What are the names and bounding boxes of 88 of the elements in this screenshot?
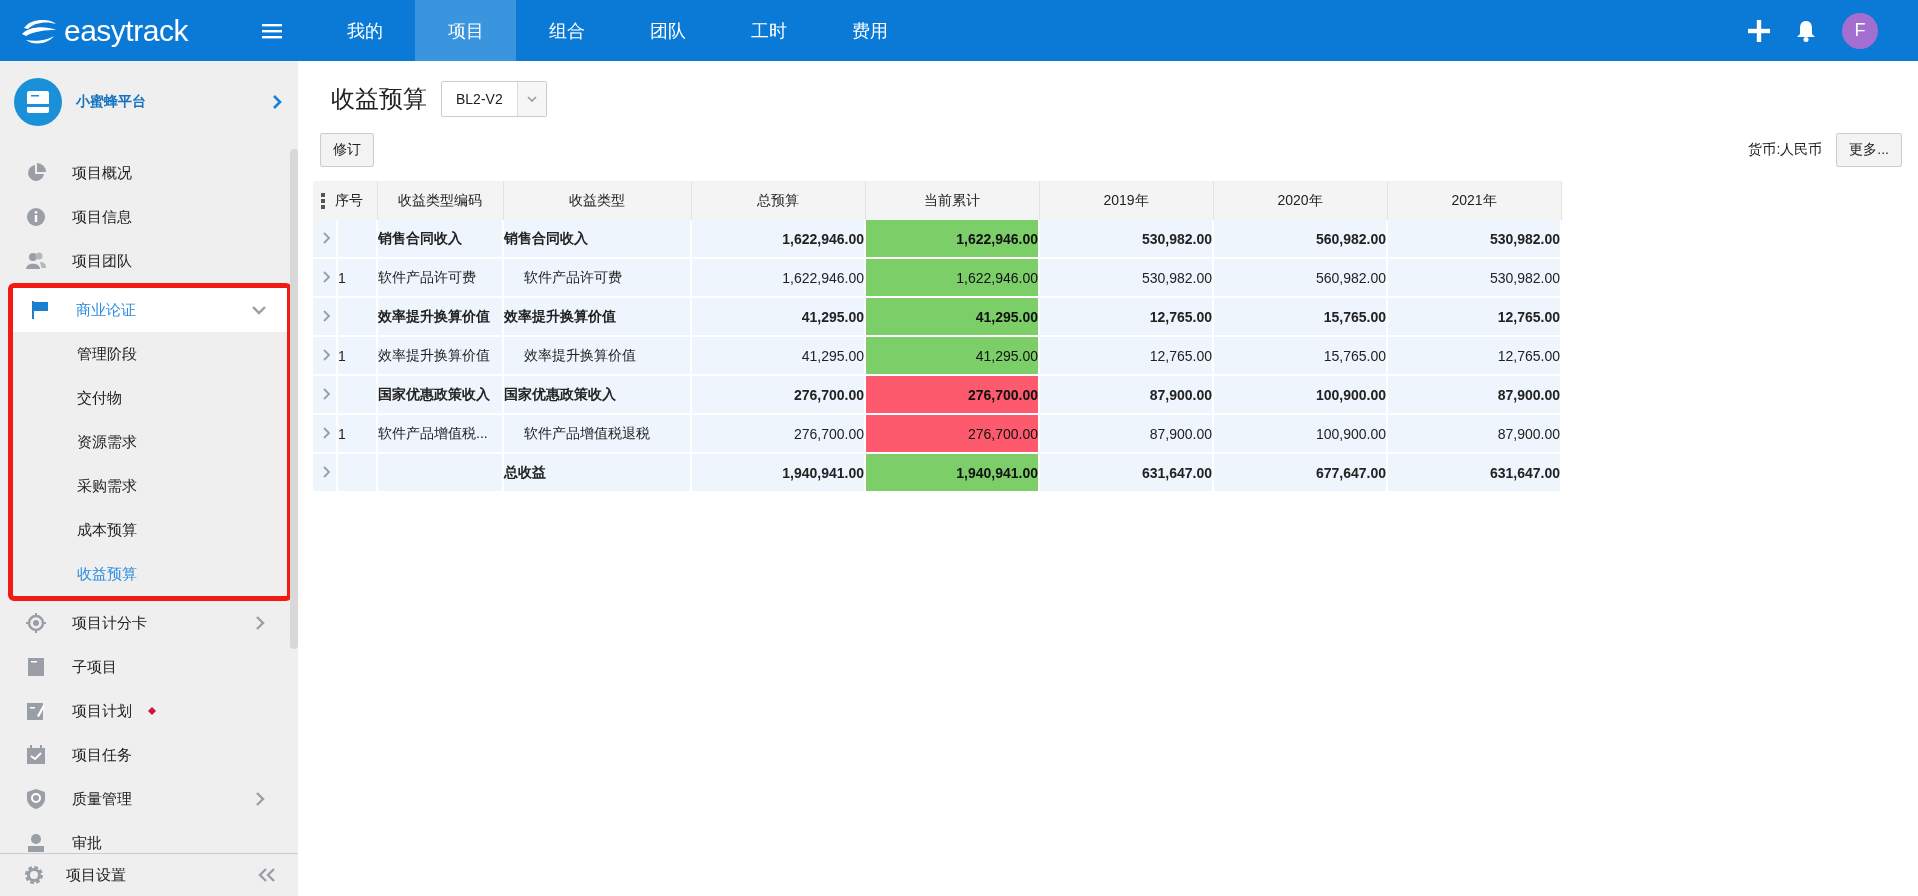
table-cell: 631,647.00 [1039,453,1213,492]
table-cell: 560,982.00 [1213,220,1387,258]
nav-tab[interactable]: 工时 [718,0,819,61]
table-cell: 1,622,946.00 [865,220,1039,258]
currency-label: 货币:人民币 [1748,141,1823,159]
table-cell: 1 [337,258,377,297]
avatar[interactable]: F [1842,12,1878,49]
table-cell: 87,900.00 [1387,375,1561,414]
column-header: 总预算 [691,181,865,220]
sidebar-item[interactable]: 子项目 [0,645,288,689]
sidebar-item[interactable]: 商业论证 [13,288,287,332]
nav-tab[interactable]: 团队 [617,0,718,61]
table-cell: 1 [337,336,377,375]
table-cell: 软件产品增值税退税 [503,414,691,453]
table-cell: 软件产品增值税... [377,414,503,453]
settings-label[interactable]: 项目设置 [66,865,126,885]
table-cell: 530,982.00 [1387,258,1561,297]
table-cell: 15,765.00 [1213,297,1387,336]
table-cell: 销售合同收入 [503,220,691,258]
table-cell: 1,622,946.00 [691,220,865,258]
table-cell: 100,900.00 [1213,375,1387,414]
table-cell: 1,940,941.00 [865,453,1039,492]
table-cell: 销售合同收入 [377,220,503,258]
column-header: 2020年 [1213,181,1387,220]
table-cell: 41,295.00 [691,297,865,336]
sidebar-item[interactable]: 项目信息 [0,195,288,239]
table-cell: 276,700.00 [691,414,865,453]
table-cell: 效率提升换算价值 [377,297,503,336]
table-cell: 87,900.00 [1039,375,1213,414]
table-cell: 1 [337,414,377,453]
table-cell: 276,700.00 [691,375,865,414]
table-cell: 效率提升换算价值 [377,336,503,375]
more-button[interactable]: 更多... [1836,133,1902,167]
table-cell: 87,900.00 [1039,414,1213,453]
version-select[interactable]: BL2-V2 [441,81,547,117]
table-cell: 国家优惠政策收入 [503,375,691,414]
table-cell: 12,765.00 [1039,297,1213,336]
sidebar-item[interactable]: 项目概况 [0,151,288,195]
revise-button[interactable]: 修订 [320,133,374,167]
table-cell: 530,982.00 [1039,258,1213,297]
table-cell: 41,295.00 [865,336,1039,375]
sidebar-item[interactable]: 项目任务 [0,733,288,777]
table-cell: 效率提升换算价值 [503,297,691,336]
table-cell: 1,622,946.00 [691,258,865,297]
table-cell: 12,765.00 [1387,297,1561,336]
nav-tab[interactable]: 费用 [819,0,920,61]
nav-tab[interactable]: 组合 [516,0,617,61]
table-cell: 总收益 [503,453,691,492]
table-cell: 软件产品许可费 [503,258,691,297]
table-cell: 87,900.00 [1387,414,1561,453]
table-cell: 677,647.00 [1213,453,1387,492]
table-cell: 效率提升换算价值 [503,336,691,375]
sidebar-subitem[interactable]: 管理阶段 [13,332,287,376]
sidebar-subitem[interactable]: 资源需求 [13,420,287,464]
table-cell: 530,982.00 [1039,220,1213,258]
table-cell: 软件产品许可费 [377,258,503,297]
sidebar-subitem[interactable]: 采购需求 [13,464,287,508]
sidebar-subitem[interactable]: 交付物 [13,376,287,420]
nav-tab[interactable]: 我的 [314,0,415,61]
table-cell: 41,295.00 [691,336,865,375]
table-cell: 国家优惠政策收入 [377,375,503,414]
table-cell: 276,700.00 [865,375,1039,414]
project-name: 小蜜蜂平台 [76,93,147,111]
sidebar-item[interactable]: 项目计分卡 [0,601,288,645]
column-title: 序号 [335,191,363,210]
page-title: 收益预算 [331,84,427,114]
logo-text: easytrack [64,13,188,48]
column-header: 当前累计 [865,181,1039,220]
table-cell: 12,765.00 [1039,336,1213,375]
table-cell: 100,900.00 [1213,414,1387,453]
sidebar-item[interactable]: 审批 [0,821,288,853]
table-cell: 15,765.00 [1213,336,1387,375]
table-cell: 631,647.00 [1387,453,1561,492]
table-cell: 530,982.00 [1387,220,1561,258]
sidebar-item[interactable]: 质量管理 [0,777,288,821]
column-header: 收益类型编码 [377,181,503,220]
table-cell: 560,982.00 [1213,258,1387,297]
column-header: 收益类型 [503,181,691,220]
table-cell: 12,765.00 [1387,336,1561,375]
sidebar-item[interactable]: 项目计划 [0,689,288,733]
table-cell: 1,622,946.00 [865,258,1039,297]
sidebar-item[interactable]: 项目团队 [0,239,288,283]
sidebar-subitem[interactable]: 成本预算 [13,508,287,552]
table-cell: 41,295.00 [865,297,1039,336]
column-header: 2021年 [1387,181,1561,220]
table-cell: 276,700.00 [865,414,1039,453]
column-header: 2019年 [1039,181,1213,220]
table-cell: 1,940,941.00 [691,453,865,492]
